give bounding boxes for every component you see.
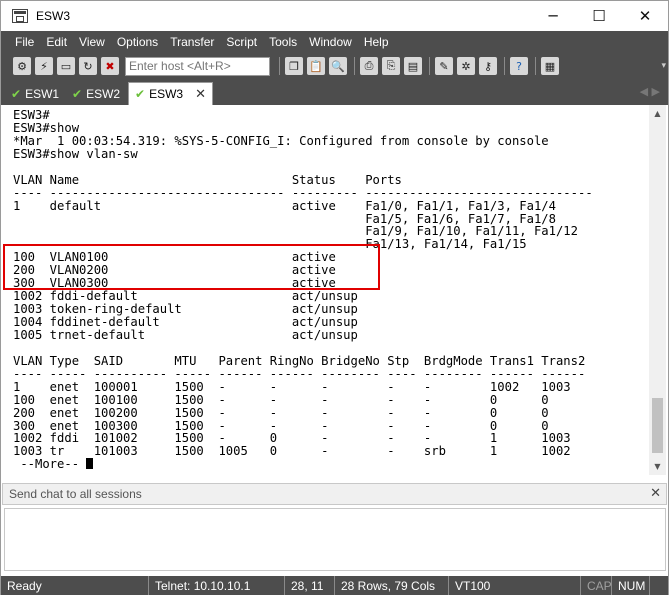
help-icon[interactable]: ? — [510, 57, 528, 75]
terminal-lines: ESW3# ESW3#show *Mar 1 00:03:54.319: %SYS-… — [13, 109, 650, 458]
tab-close-icon[interactable]: ✕ — [195, 87, 206, 102]
status-caps-lock: CAP — [581, 576, 612, 595]
terminal-line: VLAN Type SAID MTU Parent RingNo BridgeN… — [13, 353, 586, 368]
host-input[interactable] — [125, 56, 270, 76]
tab-bar: ✔ ESW1 ✔ ESW2 ✔ ESW3 ✕ ◀ ▶ — [1, 79, 668, 105]
status-ready: Ready — [1, 576, 149, 595]
terminal-line: 1005 trnet-default act/unsup — [13, 327, 358, 342]
disconnect-icon[interactable]: ✖ — [101, 57, 119, 75]
chat-header: Send chat to all sessions ✕ — [2, 483, 667, 505]
connected-check-icon: ✔ — [72, 86, 83, 101]
menu-tools[interactable]: Tools — [269, 35, 297, 49]
window-title: ESW3 — [36, 9, 71, 23]
window-controls: ─ ☐ ✕ — [530, 1, 668, 31]
menu-options[interactable]: Options — [117, 35, 158, 49]
global-options-icon[interactable]: ✲ — [457, 57, 475, 75]
more-prompt-line: --More-- — [13, 458, 650, 471]
print-screen-icon[interactable]: ▤ — [404, 57, 422, 75]
more-prompt: --More-- — [13, 457, 87, 472]
tab-esw2[interactable]: ✔ ESW2 — [66, 82, 126, 105]
reconnect-icon[interactable]: ↻ — [79, 57, 97, 75]
find-icon[interactable]: 🔍 — [329, 57, 347, 75]
app-window: ESW3 ─ ☐ ✕ File Edit View Options Transf… — [0, 0, 669, 595]
tab-label: ESW3 — [149, 87, 184, 101]
chat-close-icon[interactable]: ✕ — [650, 486, 661, 501]
terminal-line: 1003 tr 101003 1500 1005 0 - - srb 1 100… — [13, 444, 571, 459]
terminal-line: *Mar 1 00:03:54.319: %SYS-5-CONFIG_I: Co… — [13, 133, 549, 148]
toolbar-divider — [535, 57, 536, 75]
tab-label: ESW1 — [25, 86, 60, 101]
terminal-output[interactable]: ESW3# ESW3#show *Mar 1 00:03:54.319: %SYS-… — [2, 105, 650, 475]
menu-window[interactable]: Window — [309, 35, 352, 49]
terminal-line: 1 enet 100001 1500 - - - - - 1002 1003 — [13, 379, 571, 394]
terminal-line: ---- -------------------------------- --… — [13, 185, 593, 200]
terminal-line: ESW3#show vlan-sw — [13, 146, 138, 161]
map-icon[interactable]: ▦ — [541, 57, 559, 75]
connect-icon[interactable]: ⚙ — [13, 57, 31, 75]
status-bar: Ready Telnet: 10.10.10.1 28, 11 28 Rows,… — [1, 576, 668, 595]
terminal-line: 1004 fddinet-default act/unsup — [13, 315, 358, 329]
connect-tab-icon[interactable]: ▭ — [57, 57, 75, 75]
toolbar-divider — [279, 57, 280, 75]
toolbar-divider — [504, 57, 505, 75]
terminal-cursor — [86, 458, 94, 470]
title-bar[interactable]: ESW3 ─ ☐ ✕ — [1, 1, 668, 31]
print-selection-icon[interactable]: ⎘ — [382, 57, 400, 75]
scrollbar-thumb[interactable] — [652, 398, 663, 453]
minimize-button[interactable]: ─ — [530, 1, 576, 31]
terminal-line: VLAN Name Status Ports — [13, 172, 402, 187]
menu-transfer[interactable]: Transfer — [170, 35, 214, 49]
terminal-line: ESW3#show — [13, 120, 80, 135]
menu-edit[interactable]: Edit — [46, 35, 67, 49]
quick-connect-icon[interactable]: ⚡ — [35, 57, 53, 75]
copy-icon[interactable]: ❐ — [285, 57, 303, 75]
toolbar: ⚙ ⚡ ▭ ↻ ✖ ❐ 📋 🔍 ⎙ ⎘ ▤ ✎ ✲ ⚷ ? ▦ ▾ — [1, 53, 668, 79]
menu-bar: File Edit View Options Transfer Script T… — [1, 31, 668, 53]
connected-check-icon: ✔ — [135, 87, 146, 101]
chat-input[interactable] — [4, 508, 666, 571]
status-terminal-type: VT100 — [449, 576, 581, 595]
close-button[interactable]: ✕ — [622, 1, 668, 31]
menu-script[interactable]: Script — [226, 35, 257, 49]
status-terminal-size: 28 Rows, 79 Cols — [335, 576, 449, 595]
app-icon — [12, 9, 28, 23]
print-icon[interactable]: ⎙ — [360, 57, 378, 75]
toolbar-divider — [354, 57, 355, 75]
connected-check-icon: ✔ — [11, 86, 22, 101]
terminal-line: ---- ----- ---------- ----- ------ -----… — [13, 366, 586, 381]
tab-label: ESW2 — [86, 86, 121, 101]
tab-esw1[interactable]: ✔ ESW1 — [5, 82, 65, 105]
toolbar-divider — [429, 57, 430, 75]
status-num-lock: NUM — [612, 576, 650, 595]
paste-icon[interactable]: 📋 — [307, 57, 325, 75]
menu-view[interactable]: View — [79, 35, 105, 49]
tab-esw3[interactable]: ✔ ESW3 ✕ — [128, 82, 213, 105]
keymap-icon[interactable]: ⚷ — [479, 57, 497, 75]
terminal-line: 200 enet 100200 1500 - - - - - 0 0 — [13, 405, 549, 420]
toolbar-overflow-icon[interactable]: ▾ — [661, 61, 666, 71]
scroll-up-icon[interactable]: ▲ — [649, 105, 666, 122]
scroll-down-icon[interactable]: ▼ — [649, 458, 666, 475]
status-connection: Telnet: 10.10.10.1 — [149, 576, 285, 595]
maximize-button[interactable]: ☐ — [576, 1, 622, 31]
chat-header-label: Send chat to all sessions — [9, 487, 142, 501]
session-options-icon[interactable]: ✎ — [435, 57, 453, 75]
status-cursor-position: 28, 11 — [285, 576, 335, 595]
terminal-line: 100 enet 100100 1500 - - - - - 0 0 — [13, 392, 549, 407]
terminal-line: 1 default active Fa1/0, Fa1/1, Fa1/3, Fa… — [13, 198, 556, 213]
terminal-line: ESW3# — [13, 108, 50, 122]
tab-scroll-arrows-icon[interactable]: ◀ ▶ — [640, 85, 660, 98]
terminal-scrollbar[interactable]: ▲ ▼ — [649, 105, 666, 475]
menu-help[interactable]: Help — [364, 35, 389, 49]
menu-file[interactable]: File — [15, 35, 34, 49]
